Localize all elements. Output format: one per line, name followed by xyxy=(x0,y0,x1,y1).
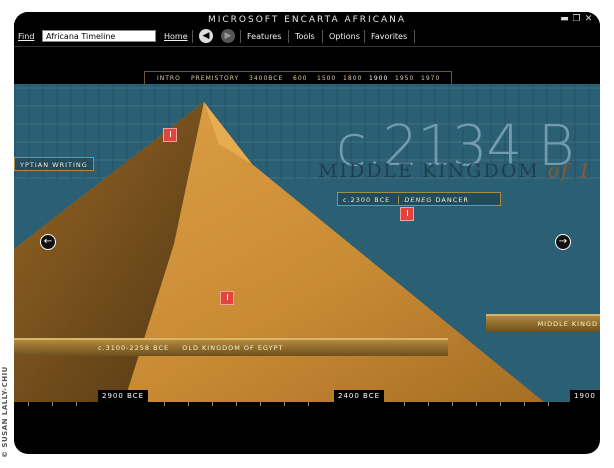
timeline-ruler[interactable] xyxy=(14,402,600,412)
ruler-tick xyxy=(548,402,549,406)
back-button[interactable]: ◀ xyxy=(199,29,213,43)
photo-credit: © SUSAN LALLY-CHIU xyxy=(1,366,9,458)
scroll-left-button[interactable]: ← xyxy=(40,234,56,250)
ruler-tick xyxy=(500,402,501,406)
event-hotspot[interactable] xyxy=(400,207,414,221)
ruler-tick xyxy=(476,402,477,406)
window-title: MICROSOFT ENCARTA AFRICANA xyxy=(207,15,407,25)
home-menu[interactable]: Home xyxy=(164,32,188,41)
scroll-right-button[interactable]: → xyxy=(555,234,571,250)
menu-separator xyxy=(322,30,323,43)
ruler-tick xyxy=(260,402,261,406)
ruler-tick xyxy=(428,402,429,406)
menu-bar: Find Home ◀ ▶ Features Tools Options Fav… xyxy=(14,28,600,47)
ruler-tick xyxy=(164,402,165,406)
forward-button[interactable]: ▶ xyxy=(221,29,235,43)
middle-kingdom-name: MIDDLE KINGD xyxy=(537,320,598,328)
tools-menu[interactable]: Tools xyxy=(295,32,315,41)
old-kingdom-date: c.3100-2258 BCE xyxy=(98,344,170,352)
ruler-tick xyxy=(52,402,53,406)
event-hotspot[interactable] xyxy=(163,128,177,142)
ruler-label-1900: 1900 xyxy=(570,390,600,402)
close-icon[interactable]: ✕ xyxy=(584,14,595,25)
ruler-tick xyxy=(452,402,453,406)
menu-separator xyxy=(414,30,415,43)
options-menu[interactable]: Options xyxy=(329,32,360,41)
timeline-scene: c.2134 B MIDDLE KINGDOM of 1 YPTIAN WRIT… xyxy=(14,84,600,402)
find-input[interactable] xyxy=(42,30,156,42)
title-bar: MICROSOFT ENCARTA AFRICANA ▬ ❐ ✕ xyxy=(14,12,600,28)
ruler-tick xyxy=(28,402,29,406)
menu-separator xyxy=(240,30,241,43)
deneg-dancer-italic: DENEG xyxy=(404,196,433,204)
favorites-menu[interactable]: Favorites xyxy=(371,32,407,41)
find-label: Find xyxy=(18,32,35,41)
ruler-tick xyxy=(308,402,309,406)
restore-icon[interactable]: ❐ xyxy=(572,14,583,25)
ruler-tick xyxy=(404,402,405,406)
encarta-window: MICROSOFT ENCARTA AFRICANA ▬ ❐ ✕ Find Ho… xyxy=(14,12,600,454)
minimize-icon[interactable]: ▬ xyxy=(560,14,571,25)
deneg-dancer-label[interactable]: c.2300 BCE DENEG DANCER xyxy=(337,192,501,206)
deneg-dancer-date: c.2300 BCE xyxy=(343,196,391,204)
old-kingdom-band[interactable]: c.3100-2258 BCE OLD KINGDOM OF EGYPT xyxy=(14,338,448,356)
event-hotspot[interactable] xyxy=(220,291,234,305)
old-kingdom-name: OLD KINGDOM OF EGYPT xyxy=(182,344,284,352)
ruler-tick xyxy=(524,402,525,406)
ruler-tick xyxy=(188,402,189,406)
egyptian-writing-label[interactable]: YPTIAN WRITING xyxy=(14,157,94,171)
features-menu[interactable]: Features xyxy=(247,32,281,41)
ruler-tick xyxy=(212,402,213,406)
ruler-tick xyxy=(236,402,237,406)
ruler-tick xyxy=(76,402,77,406)
ruler-tick xyxy=(284,402,285,406)
middle-kingdom-band[interactable]: MIDDLE KINGD xyxy=(486,314,600,332)
deneg-dancer-name: DANCER xyxy=(435,196,469,204)
ruler-label-2400bce: 2400 BCE xyxy=(334,390,385,402)
menu-separator xyxy=(192,30,193,43)
menu-separator xyxy=(364,30,365,43)
ruler-label-2900bce: 2900 BCE xyxy=(98,390,149,402)
menu-separator xyxy=(288,30,289,43)
